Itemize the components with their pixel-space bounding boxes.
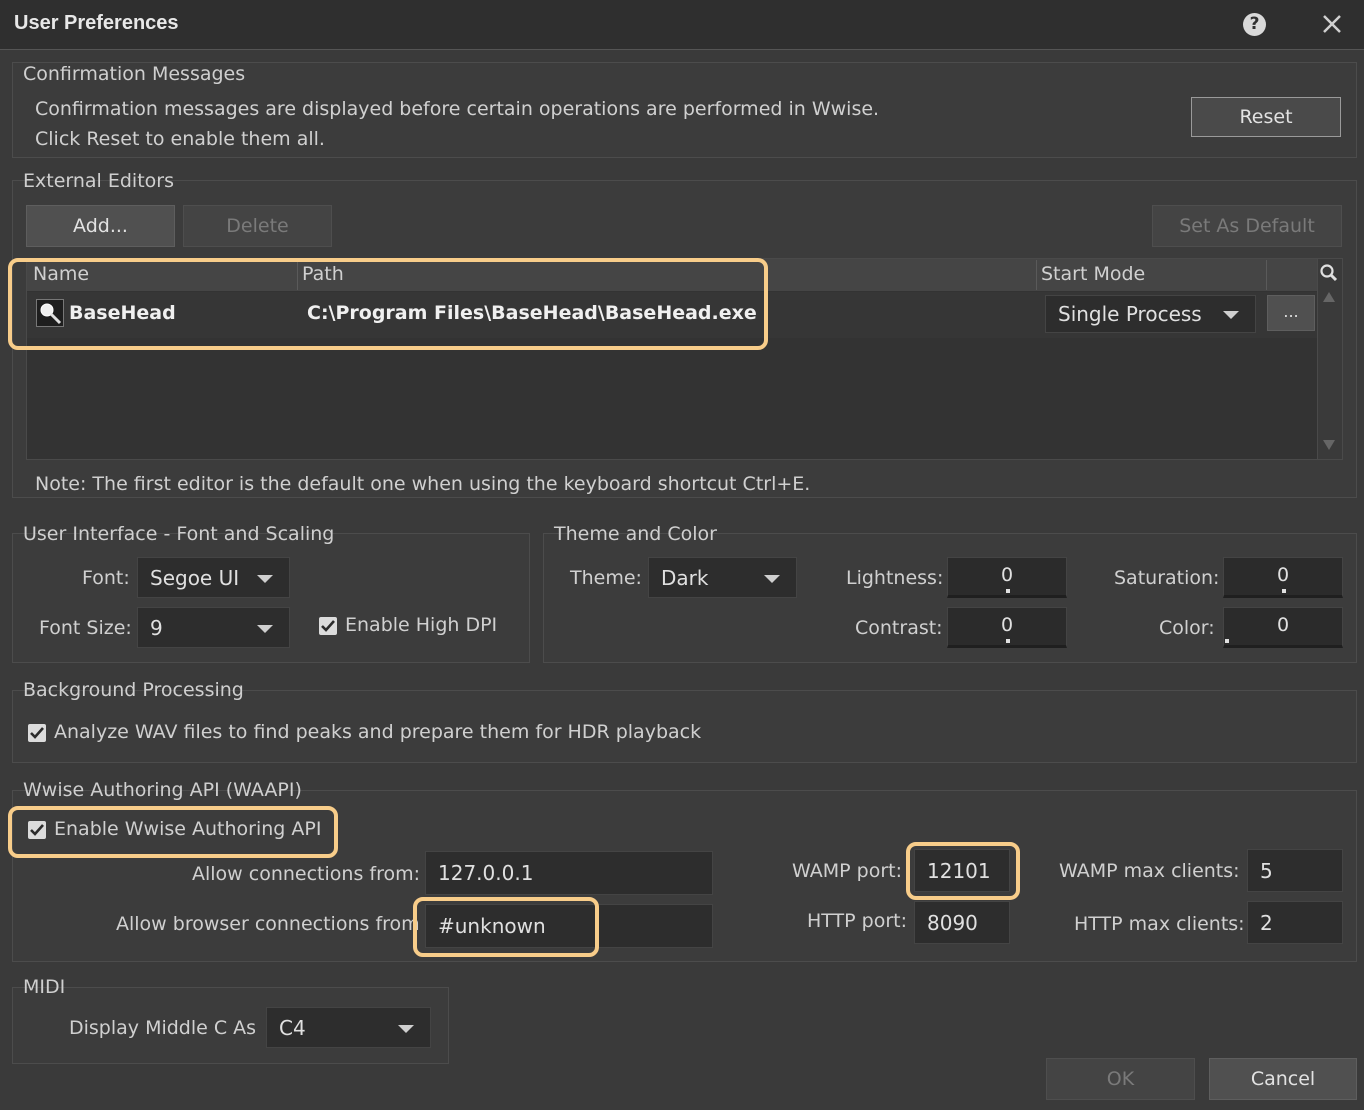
- ui-font-group-label: User Interface - Font and Scaling: [23, 523, 335, 545]
- scroll-down-icon[interactable]: [1320, 438, 1338, 452]
- column-header-name[interactable]: Name: [33, 263, 89, 285]
- table-scrollbar[interactable]: [1317, 259, 1342, 459]
- start-mode-value: Single Process: [1058, 302, 1202, 326]
- http-max-clients-input[interactable]: 2: [1247, 901, 1343, 944]
- ok-button[interactable]: OK: [1046, 1058, 1195, 1100]
- chevron-down-icon: [257, 574, 273, 583]
- slider-tick: [1006, 589, 1010, 593]
- lightness-label: Lightness:: [846, 567, 944, 589]
- contrast-value: 0: [1000, 614, 1014, 636]
- allow-browser-connections-input[interactable]: #unknown: [425, 904, 713, 948]
- font-value: Segoe UI: [150, 565, 240, 590]
- font-size-label: Font Size:: [39, 617, 132, 639]
- color-slider[interactable]: 0: [1223, 607, 1343, 648]
- wamp-max-clients-value: 5: [1260, 858, 1273, 883]
- close-icon[interactable]: [1318, 10, 1346, 38]
- allow-connections-input[interactable]: 127.0.0.1: [425, 851, 713, 895]
- color-value: 0: [1276, 614, 1290, 636]
- lightness-value: 0: [1000, 564, 1014, 586]
- wamp-port-input[interactable]: 12101: [914, 849, 1010, 892]
- color-label: Color:: [1159, 617, 1215, 639]
- wamp-port-value: 12101: [927, 858, 991, 883]
- slider-tick: [1006, 639, 1010, 643]
- column-separator: [297, 260, 298, 290]
- slider-tick: [1225, 639, 1229, 643]
- analyze-wav-checkbox[interactable]: [28, 724, 46, 742]
- high-dpi-label[interactable]: Enable High DPI: [345, 614, 497, 636]
- confirmation-group-label: Confirmation Messages: [23, 63, 246, 85]
- column-header-path[interactable]: Path: [302, 263, 344, 285]
- checkmark-icon: [30, 727, 44, 739]
- theme-label: Theme:: [570, 567, 642, 589]
- editor-path-cell: C:\Program Files\BaseHead\BaseHead.exe: [307, 302, 757, 324]
- enable-waapi-checkbox[interactable]: [28, 821, 46, 839]
- wamp-max-clients-label: WAMP max clients:: [1059, 860, 1240, 882]
- waapi-group-label: Wwise Authoring API (WAAPI): [23, 779, 302, 801]
- checkmark-icon: [30, 824, 44, 836]
- http-max-clients-value: 2: [1260, 910, 1273, 935]
- editor-name-cell: BaseHead: [69, 302, 176, 324]
- saturation-label: Saturation:: [1114, 567, 1220, 589]
- font-size-value: 9: [150, 615, 163, 640]
- theme-group-label: Theme and Color: [554, 523, 717, 545]
- confirmation-description-line2: Click Reset to enable them all.: [35, 128, 325, 150]
- set-as-default-button[interactable]: Set As Default: [1152, 205, 1342, 247]
- allow-browser-connections-value: #unknown: [438, 914, 546, 938]
- delete-editor-button[interactable]: Delete: [183, 205, 332, 247]
- wamp-port-label: WAMP port:: [792, 860, 902, 882]
- chevron-down-icon: [398, 1024, 414, 1033]
- saturation-value: 0: [1276, 564, 1290, 586]
- wamp-max-clients-input[interactable]: 5: [1247, 849, 1343, 892]
- basehead-app-icon: [36, 299, 64, 327]
- middle-c-value: C4: [279, 1015, 306, 1040]
- allow-connections-value: 127.0.0.1: [438, 861, 534, 885]
- theme-value: Dark: [661, 565, 709, 590]
- middle-c-dropdown[interactable]: C4: [266, 1007, 431, 1048]
- saturation-slider[interactable]: 0: [1223, 557, 1343, 598]
- chevron-down-icon: [257, 624, 273, 633]
- allow-browser-connections-label: Allow browser connections from: [116, 913, 420, 935]
- http-port-input[interactable]: 8090: [914, 901, 1010, 944]
- font-label: Font:: [82, 567, 130, 589]
- enable-waapi-label[interactable]: Enable Wwise Authoring API: [54, 818, 321, 840]
- font-dropdown[interactable]: Segoe UI: [137, 557, 290, 598]
- allow-connections-label: Allow connections from:: [192, 863, 420, 885]
- background-processing-group-label: Background Processing: [23, 679, 244, 701]
- high-dpi-checkbox[interactable]: [319, 617, 337, 635]
- http-max-clients-label: HTTP max clients:: [1074, 913, 1245, 935]
- midi-group-label: MIDI: [23, 976, 66, 998]
- lightness-slider[interactable]: 0: [947, 557, 1067, 598]
- search-icon[interactable]: [1318, 262, 1340, 284]
- help-icon[interactable]: ?: [1243, 13, 1266, 36]
- http-port-label: HTTP port:: [807, 910, 908, 932]
- confirmation-description-line1: Confirmation messages are displayed befo…: [35, 98, 880, 120]
- analyze-wav-label[interactable]: Analyze WAV files to find peaks and prep…: [54, 721, 701, 743]
- slider-tick: [1282, 589, 1286, 593]
- start-mode-dropdown[interactable]: Single Process: [1045, 295, 1256, 333]
- editors-note: Note: The first editor is the default on…: [35, 473, 811, 495]
- contrast-label: Contrast:: [855, 617, 943, 639]
- chevron-down-icon: [764, 574, 780, 583]
- reset-button[interactable]: Reset: [1191, 97, 1341, 137]
- cancel-button[interactable]: Cancel: [1209, 1058, 1357, 1100]
- external-editors-group-label: External Editors: [23, 170, 174, 192]
- column-separator: [1266, 260, 1267, 290]
- add-editor-button[interactable]: Add...: [26, 205, 175, 247]
- http-port-value: 8090: [927, 910, 978, 935]
- browse-editor-button[interactable]: ...: [1267, 295, 1315, 331]
- column-separator: [1036, 260, 1037, 290]
- checkmark-icon: [321, 620, 335, 632]
- middle-c-label: Display Middle C As: [69, 1017, 257, 1039]
- contrast-slider[interactable]: 0: [947, 607, 1067, 648]
- theme-dropdown[interactable]: Dark: [648, 557, 797, 598]
- font-size-dropdown[interactable]: 9: [137, 607, 290, 648]
- title-bar: [0, 0, 1364, 50]
- chevron-down-icon: [1223, 311, 1239, 319]
- column-header-start-mode[interactable]: Start Mode: [1041, 263, 1145, 285]
- window-title: User Preferences: [14, 12, 179, 34]
- scroll-up-icon[interactable]: [1320, 290, 1338, 304]
